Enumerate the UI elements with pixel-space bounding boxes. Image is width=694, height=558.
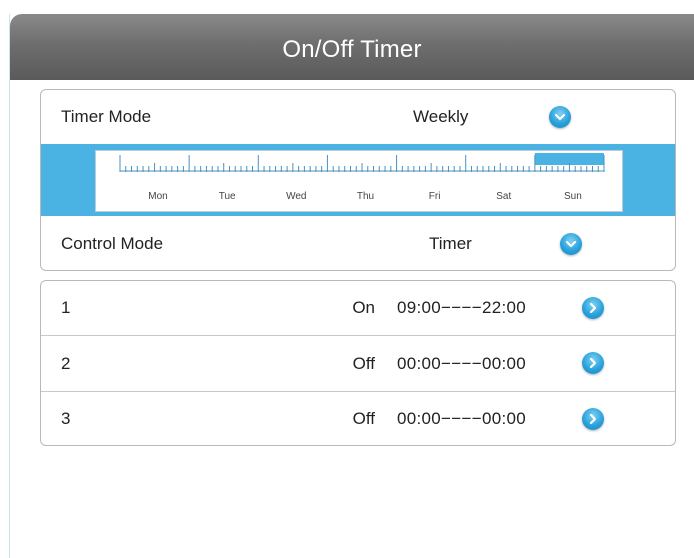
title-bar: On/Off Timer: [10, 14, 694, 80]
day-label: Mon: [148, 191, 168, 202]
slot-state: On: [352, 298, 375, 317]
slot-time-range: 00:00−−−−00:00: [397, 409, 526, 428]
day-label: Wed: [286, 191, 307, 202]
timer-slot-row[interactable]: 1 On 09:00−−−−22:00: [41, 281, 675, 335]
timeline-ruler: [119, 153, 605, 172]
day-label: Sun: [563, 191, 582, 202]
day-label: Thu: [356, 191, 375, 202]
weekly-timeline[interactable]: Mon Tue Wed Thu Fri Sat Sun: [95, 150, 623, 212]
control-mode-dropdown-button[interactable]: [560, 233, 582, 255]
timer-settings-card: Timer Mode Weekly Mon Tue Wed Thu Fri Sat Sun …: [40, 89, 676, 271]
slot-index: 1: [61, 298, 71, 317]
control-mode-value: Timer: [429, 234, 472, 253]
timer-mode-row[interactable]: Timer Mode Weekly: [41, 90, 675, 144]
timer-mode-value: Weekly: [413, 107, 469, 126]
slot-time-range: 00:00−−−−00:00: [397, 353, 526, 373]
slot-edit-button[interactable]: [582, 408, 604, 430]
chevron-right-icon: [589, 302, 597, 314]
timer-slot-row[interactable]: 3 Off 00:00−−−−00:00: [41, 392, 675, 445]
chevron-down-icon: [554, 113, 566, 121]
slot-time-range: 09:00−−−−22:00: [397, 298, 526, 317]
day-label: Tue: [218, 191, 236, 202]
chevron-right-icon: [589, 413, 597, 425]
window-left-edge: [0, 14, 10, 558]
slot-index: 3: [61, 409, 71, 428]
slot-edit-button[interactable]: [582, 352, 604, 374]
chevron-right-icon: [589, 357, 597, 369]
control-mode-row[interactable]: Control Mode Timer: [41, 216, 675, 270]
timer-slot-row[interactable]: 2 Off 00:00−−−−00:00: [41, 336, 675, 391]
chevron-down-icon: [565, 240, 577, 248]
weekly-schedule-bar: Mon Tue Wed Thu Fri Sat Sun: [41, 144, 675, 216]
timer-mode-dropdown-button[interactable]: [549, 106, 571, 128]
slot-state: Off: [352, 409, 375, 428]
slot-edit-button[interactable]: [582, 297, 604, 319]
timer-slots-list: 1 On 09:00−−−−22:00 2 Off 00:00−−−−00:00…: [40, 280, 676, 446]
control-mode-label: Control Mode: [61, 234, 164, 253]
timer-mode-label: Timer Mode: [61, 107, 152, 126]
slot-state: Off: [352, 353, 375, 373]
day-label: Sat: [496, 191, 512, 202]
day-label: Fri: [428, 191, 441, 202]
page-title: On/Off Timer: [282, 36, 422, 63]
slot-index: 2: [61, 353, 71, 373]
